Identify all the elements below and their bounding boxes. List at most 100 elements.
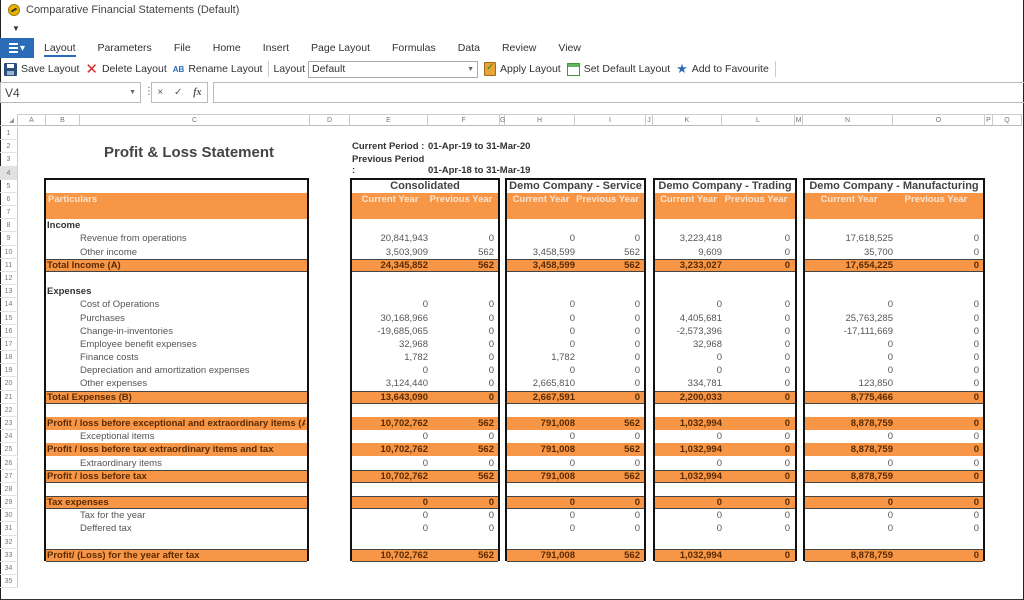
row-header-11[interactable]: 11 [0,258,18,272]
chevron-down-icon: ▼ [129,89,136,96]
column-header-d[interactable]: D [310,114,350,126]
row-header-1[interactable]: 1 [0,127,18,141]
select-all-button[interactable] [0,114,18,126]
cancel-formula-button[interactable]: × [157,87,163,98]
row-header-14[interactable]: 14 [0,298,18,312]
row-header-16[interactable]: 16 [0,324,18,338]
row-header-26[interactable]: 26 [0,456,18,470]
row-header-35[interactable]: 35 [0,575,18,589]
column-header-e[interactable]: E [350,114,428,126]
previous-year-value: 0 [784,497,790,509]
tab-formulas[interactable]: Formulas [392,38,448,58]
current-year-value: 1,032,994 [679,549,722,561]
row-header-29[interactable]: 29 [0,496,18,510]
column-header-h[interactable]: H [505,114,575,126]
tab-parameters[interactable]: Parameters [98,38,164,58]
current-year-value: 4,405,681 [679,312,722,324]
layout-select[interactable]: Default ▼ [308,60,478,78]
row-header-3[interactable]: 3 [0,153,18,167]
row-header-22[interactable]: 22 [0,403,18,417]
row-header-13[interactable]: 13 [0,285,18,299]
tab-layout[interactable]: Layout [44,38,88,58]
previous-period: Previous Period :01-Apr-18 to 31-Mar-19 [352,154,530,176]
row-header-23[interactable]: 23 [0,416,18,431]
previous-year-value: 0 [634,523,640,535]
tab-home[interactable]: Home [213,38,253,58]
row-header-34[interactable]: 34 [0,561,18,576]
save-layout-button[interactable]: Save Layout [4,62,79,76]
enter-formula-button[interactable]: ✓ [174,87,182,98]
previous-year-value: 562 [478,417,494,429]
previous-year-value: 0 [973,365,979,377]
column-header-i[interactable]: I [575,114,646,126]
row-header-6[interactable]: 6 [0,192,18,207]
column-header-a[interactable]: A [18,114,46,126]
row-header-5[interactable]: 5 [0,179,18,193]
previous-year-value: 0 [488,312,494,324]
insert-function-button[interactable]: fx [193,87,201,98]
row-header-18[interactable]: 18 [0,351,18,365]
tab-insert[interactable]: Insert [263,38,301,58]
row-header-25[interactable]: 25 [0,443,18,457]
delete-layout-label: Delete Layout [101,63,167,75]
row-header-10[interactable]: 10 [0,245,18,259]
row-header-19[interactable]: 19 [0,364,18,378]
column-header-m[interactable]: M [795,114,803,126]
current-year-value: 0 [569,325,575,337]
rename-layout-button[interactable]: AB Rename Layout [173,63,263,75]
row-header-2[interactable]: 2 [0,140,18,154]
layout-label: Layout [273,63,305,75]
set-default-layout-button[interactable]: Set Default Layout [566,62,670,76]
column-header-j[interactable]: J [646,114,653,126]
column-header-k[interactable]: K [653,114,722,126]
column-header-n[interactable]: N [803,114,893,126]
tab-review[interactable]: Review [502,38,548,58]
row-header-8[interactable]: 8 [0,219,18,233]
apply-layout-button[interactable]: Apply Layout [484,62,561,76]
current-year-value: 791,008 [540,470,575,482]
current-year-value: 17,618,525 [845,233,893,245]
row-header-30[interactable]: 30 [0,509,18,523]
quick-access-dropdown-icon[interactable]: ▼ [12,24,20,33]
column-header-l[interactable]: L [722,114,795,126]
row-header-20[interactable]: 20 [0,377,18,391]
previous-year-value: 0 [488,523,494,535]
row-header-28[interactable]: 28 [0,482,18,497]
previous-year-value: 562 [624,444,640,456]
column-header-o[interactable]: O [893,114,985,126]
current-year-value: 1,782 [551,352,575,364]
previous-year-value: 0 [634,497,640,509]
row-header-12[interactable]: 12 [0,271,18,286]
row-header-32[interactable]: 32 [0,535,18,549]
column-header-q[interactable]: Q [993,114,1022,126]
row-header-31[interactable]: 31 [0,522,18,536]
tab-data[interactable]: Data [458,38,492,58]
line-item-label: Extraordinary items [80,457,162,469]
row-header-24[interactable]: 24 [0,430,18,444]
column-header-p[interactable]: P [985,114,993,126]
tab-page-layout[interactable]: Page Layout [311,38,382,58]
tab-file[interactable]: File [174,38,203,58]
delete-layout-button[interactable]: ✕ Delete Layout [85,62,167,77]
tab-view[interactable]: View [558,38,593,58]
previous-year-value: 562 [624,470,640,482]
current-year-value: 10,702,762 [380,444,428,456]
formula-input[interactable] [213,82,1024,103]
row-header-7[interactable]: 7 [0,206,18,220]
layout-select-value: Default [312,63,346,75]
row-header-27[interactable]: 27 [0,469,18,483]
row-header-21[interactable]: 21 [0,390,18,404]
row-header-17[interactable]: 17 [0,337,18,352]
column-header-b[interactable]: B [46,114,80,126]
previous-year-value: 0 [488,299,494,311]
row-header-4[interactable]: 4 [0,166,18,180]
row-header-33[interactable]: 33 [0,548,18,562]
column-header-c[interactable]: C [80,114,310,126]
name-box[interactable]: V4 ▼ [0,82,141,103]
application-menu-button[interactable]: ▾ [0,38,34,58]
column-header-f[interactable]: F [428,114,500,126]
row-header-15[interactable]: 15 [0,311,18,325]
add-to-favourite-button[interactable]: ★ Add to Favourite [676,61,769,77]
row-header-9[interactable]: 9 [0,232,18,246]
rename-icon: AB [172,64,185,74]
